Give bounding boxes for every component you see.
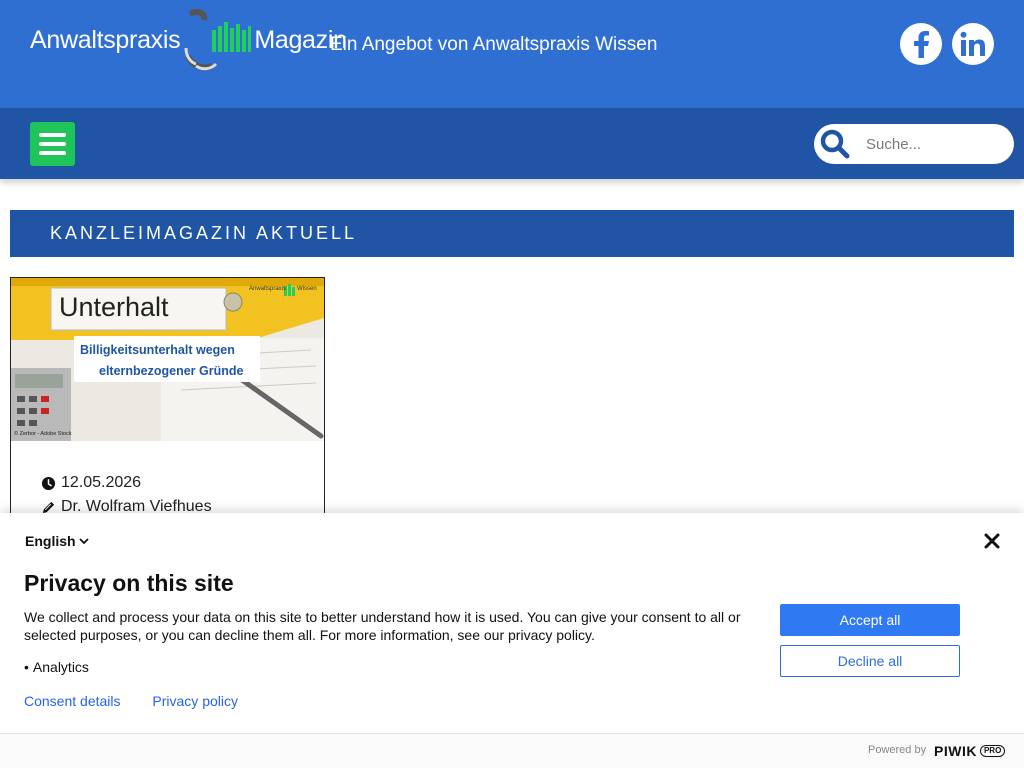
consent-purpose-list: • Analytics	[24, 659, 89, 675]
site-tagline: Ein Angebot von Anwaltspraxis Wissen	[330, 34, 658, 55]
section-heading: KANZLEIMAGAZIN AKTUELL	[10, 210, 1014, 257]
menu-bar-icon	[39, 151, 66, 155]
article-date: 12.05.2026	[61, 474, 142, 491]
piwik-pro-logo[interactable]: PIWIK PRO	[934, 743, 1006, 759]
consent-description: We collect and process your data on this…	[24, 609, 741, 643]
linkedin-icon	[960, 31, 985, 56]
image-brand-left: Anwaltspraxis	[249, 286, 287, 292]
image-brand-right: Wissen	[297, 286, 317, 292]
piwik-brand: PIWIK	[934, 743, 977, 759]
logo-mark-icon	[182, 8, 252, 72]
powered-by-footer: Powered by PIWIK PRO	[0, 733, 1024, 768]
bullet-icon: •	[24, 659, 29, 675]
image-headline-line2: elternbezogener Gründe	[99, 364, 244, 378]
accept-all-button[interactable]: Accept all	[780, 604, 960, 636]
consent-links: Consent details Privacy policy	[24, 693, 266, 709]
article-date-row: 12.05.2026	[41, 474, 141, 492]
facebook-link[interactable]	[900, 23, 942, 65]
consent-details-link[interactable]: Consent details	[24, 693, 121, 709]
search-input[interactable]	[866, 135, 1006, 153]
hamburger-menu-button[interactable]	[30, 122, 75, 166]
site-logo[interactable]: Anwaltspraxis Magazin	[30, 8, 347, 72]
folder-label-text: Unterhalt	[59, 292, 169, 322]
image-headline-line1: Billigkeitsunterhalt wegen	[80, 343, 235, 357]
language-selector[interactable]: English	[25, 533, 89, 549]
privacy-policy-link[interactable]: Privacy policy	[152, 693, 238, 709]
menu-bar-icon	[39, 142, 66, 146]
search-box	[814, 124, 1014, 164]
language-label: English	[25, 533, 76, 549]
privacy-consent-banner: English Privacy on this site We collect …	[0, 513, 1024, 768]
clock-icon	[41, 476, 56, 490]
menu-bar-icon	[39, 133, 66, 137]
facebook-icon	[914, 31, 929, 58]
image-credit: © Zerbor - Adobe Stock	[14, 431, 72, 437]
main-navbar	[0, 108, 1024, 179]
article-thumbnail[interactable]: Unterhalt Anwaltspraxis Wissen Billigkei…	[11, 278, 324, 441]
search-icon[interactable]	[814, 124, 856, 164]
section-title: KANZLEIMAGAZIN AKTUELL	[50, 223, 358, 243]
chevron-down-icon	[78, 538, 89, 545]
close-icon[interactable]	[984, 533, 1000, 549]
logo-text-left: Anwaltspraxis	[30, 25, 181, 54]
powered-by-text: Powered by	[868, 744, 927, 756]
linkedin-link[interactable]	[952, 23, 994, 65]
site-header: Anwaltspraxis Magazin Ein Angebot von An…	[0, 0, 1024, 108]
piwik-pro-badge: PRO	[979, 745, 1006, 757]
consent-title: Privacy on this site	[24, 570, 234, 596]
purpose-item: Analytics	[32, 659, 89, 675]
decline-all-button[interactable]: Decline all	[780, 645, 960, 677]
